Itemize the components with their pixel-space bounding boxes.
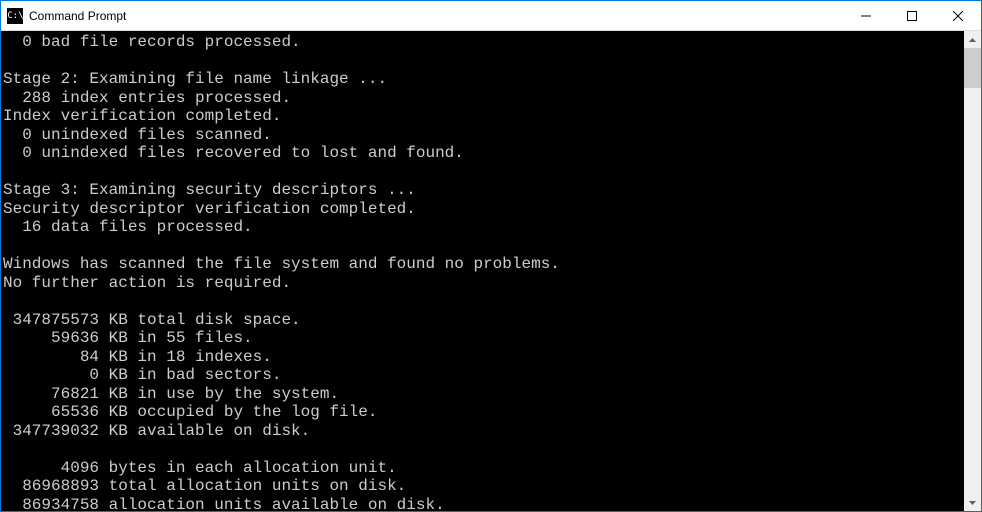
titlebar[interactable]: C:\ Command Prompt: [1, 1, 981, 31]
window-controls: [843, 1, 981, 30]
close-button[interactable]: [935, 1, 981, 30]
scroll-track[interactable]: [964, 48, 981, 494]
command-prompt-window: C:\ Command Prompt 0 bad file records pr…: [0, 0, 982, 512]
chevron-up-icon: [969, 38, 976, 42]
scroll-down-button[interactable]: [964, 494, 981, 511]
terminal-output[interactable]: 0 bad file records processed. Stage 2: E…: [1, 31, 964, 511]
close-icon: [953, 11, 963, 21]
scroll-thumb[interactable]: [964, 48, 981, 88]
maximize-button[interactable]: [889, 1, 935, 30]
vertical-scrollbar[interactable]: [964, 31, 981, 511]
chevron-down-icon: [969, 501, 976, 505]
window-title: Command Prompt: [29, 9, 843, 23]
minimize-icon: [861, 11, 871, 21]
maximize-icon: [907, 11, 917, 21]
app-icon: C:\: [7, 8, 23, 24]
content-area: 0 bad file records processed. Stage 2: E…: [1, 31, 981, 511]
scroll-up-button[interactable]: [964, 31, 981, 48]
minimize-button[interactable]: [843, 1, 889, 30]
